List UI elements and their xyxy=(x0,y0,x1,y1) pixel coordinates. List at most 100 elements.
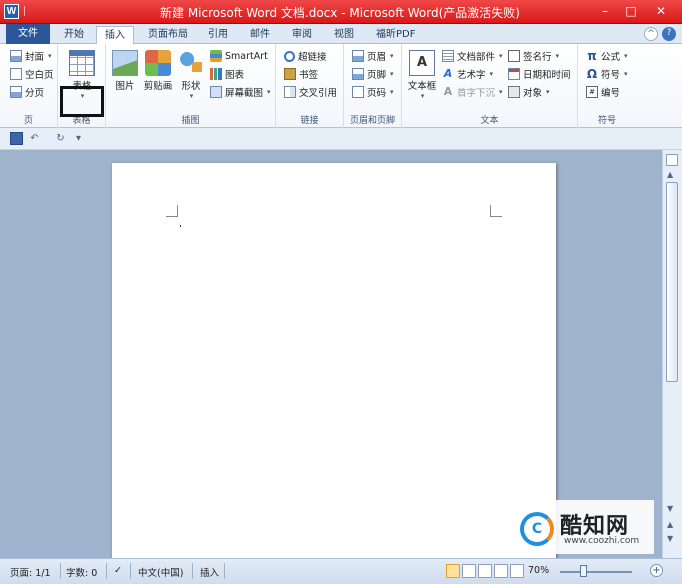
tab-insert[interactable]: 插入 xyxy=(96,26,134,45)
dropdown-arrow-icon: ▾ xyxy=(48,52,52,60)
object-button[interactable]: 对象 ▾ xyxy=(508,84,550,100)
watermark-logo-icon: C xyxy=(520,512,554,546)
document-page[interactable] xyxy=(112,163,556,558)
cross-reference-label: 交叉引用 xyxy=(299,88,338,99)
page-number-button[interactable]: 页码 ▾ xyxy=(352,84,394,100)
drop-cap-button[interactable]: A 首字下沉 ▾ xyxy=(442,84,503,100)
wordart-button[interactable]: A 艺术字 ▾ xyxy=(442,66,493,82)
tab-home[interactable]: 开始 xyxy=(56,26,92,44)
quick-parts-icon xyxy=(442,50,454,62)
numbering-label: 编号 xyxy=(601,88,621,99)
text-cursor xyxy=(180,225,181,227)
help-icon[interactable]: ? xyxy=(662,27,676,41)
group-label-links: 链接 xyxy=(300,116,319,126)
tab-view[interactable]: 视图 xyxy=(326,26,362,44)
equation-label: 公式 xyxy=(601,52,621,63)
dropdown-arrow-icon: ▾ xyxy=(390,88,394,96)
margin-mark-top-right xyxy=(490,205,502,217)
omega-icon: Ω xyxy=(586,67,598,81)
ruler-toggle-icon[interactable] xyxy=(666,154,678,166)
shapes-icon xyxy=(178,50,204,76)
dropdown-arrow-icon: ▾ xyxy=(624,70,628,78)
status-separator xyxy=(60,563,61,579)
watermark-url: www.coozhi.com xyxy=(564,536,640,546)
zoom-in-icon[interactable]: + xyxy=(650,564,663,577)
tab-foxit-pdf[interactable]: 福昕PDF xyxy=(368,26,423,44)
blank-page-button[interactable]: 空白页 xyxy=(10,66,54,82)
status-word-count[interactable]: 字数: 0 xyxy=(66,565,97,579)
cross-reference-icon xyxy=(284,86,296,98)
status-page-count[interactable]: 页面: 1/1 xyxy=(10,565,51,579)
group-illustrations: 图片 剪贴画 形状 ▾ SmartArt 图表 屏幕截图 ▾ 插图 xyxy=(106,44,276,128)
equation-button[interactable]: π 公式 ▾ xyxy=(586,48,627,64)
scroll-thumb[interactable] xyxy=(666,182,678,382)
hyperlink-label: 超链接 xyxy=(298,52,327,63)
picture-button[interactable]: 图片 xyxy=(110,50,140,92)
title-separator xyxy=(24,6,34,16)
clipart-button[interactable]: 剪贴画 xyxy=(142,50,174,92)
status-separator xyxy=(192,563,193,579)
word-logo-icon[interactable]: W xyxy=(4,4,19,19)
bookmark-button[interactable]: 书签 xyxy=(284,66,318,82)
chart-button[interactable]: 图表 xyxy=(210,66,244,82)
textbox-button[interactable]: A 文本框 ▾ xyxy=(406,50,438,100)
draft-view-icon[interactable] xyxy=(510,564,524,578)
tab-review[interactable]: 审阅 xyxy=(284,26,320,44)
full-screen-reading-view-icon[interactable] xyxy=(462,564,476,578)
tab-file[interactable]: 文件 xyxy=(6,24,50,44)
clipart-icon xyxy=(145,50,171,76)
status-language[interactable]: 中文(中国) xyxy=(138,565,183,579)
vertical-scrollbar[interactable]: ▲ ▼ ▲ ▼ xyxy=(662,150,682,558)
chart-label: 图表 xyxy=(225,70,245,81)
dropdown-arrow-icon: ▾ xyxy=(499,88,503,96)
cover-page-button[interactable]: 封面 ▾ xyxy=(10,48,52,64)
bookmark-label: 书签 xyxy=(299,70,319,81)
annotation-highlight-box xyxy=(60,86,104,117)
window-title: 新建 Microsoft Word 文档.docx - Microsoft Wo… xyxy=(160,6,520,20)
screenshot-button[interactable]: 屏幕截图 ▾ xyxy=(210,84,271,100)
minimize-button[interactable]: – xyxy=(592,2,618,20)
tab-references[interactable]: 引用 xyxy=(200,26,236,44)
cross-reference-button[interactable]: 交叉引用 xyxy=(284,84,337,100)
footer-button[interactable]: 页脚 ▾ xyxy=(352,66,394,82)
scroll-down-icon[interactable]: ▼ xyxy=(667,504,673,513)
scroll-up-icon[interactable]: ▲ xyxy=(667,170,673,179)
next-page-icon[interactable]: ▼ xyxy=(667,534,673,543)
web-layout-view-icon[interactable] xyxy=(478,564,492,578)
customize-qat-icon[interactable]: ▾ xyxy=(72,132,85,145)
close-button[interactable]: ✕ xyxy=(644,2,678,20)
screenshot-icon xyxy=(210,86,222,98)
symbol-button[interactable]: Ω 符号 ▾ xyxy=(586,66,628,82)
undo-icon[interactable]: ↶ xyxy=(28,132,41,145)
group-header-footer: 页眉 ▾ 页脚 ▾ 页码 ▾ 页眉和页脚 xyxy=(344,44,402,128)
hyperlink-button[interactable]: 超链接 xyxy=(284,48,327,64)
zoom-slider-thumb[interactable] xyxy=(580,565,587,577)
restore-button[interactable]: □ xyxy=(618,2,644,20)
date-time-button[interactable]: 日期和时间 xyxy=(508,66,571,82)
previous-page-icon[interactable]: ▲ xyxy=(667,520,673,529)
zoom-level[interactable]: 70% xyxy=(528,565,549,576)
header-button[interactable]: 页眉 ▾ xyxy=(352,48,394,64)
numbering-button[interactable]: # 编号 xyxy=(586,84,620,100)
document-area[interactable] xyxy=(0,150,662,558)
signature-line-button[interactable]: 签名行 ▾ xyxy=(508,48,559,64)
tab-page-layout[interactable]: 页面布局 xyxy=(140,26,196,44)
zoom-slider[interactable] xyxy=(560,571,632,573)
proofing-icon[interactable]: ✓ xyxy=(114,565,122,576)
group-links: 超链接 书签 交叉引用 链接 xyxy=(276,44,344,128)
shapes-button[interactable]: 形状 ▾ xyxy=(176,50,206,100)
smartart-button[interactable]: SmartArt xyxy=(210,48,268,64)
signature-line-label: 签名行 xyxy=(523,52,552,63)
collapse-ribbon-icon[interactable]: ^ xyxy=(644,27,658,41)
quick-parts-button[interactable]: 文档部件 ▾ xyxy=(442,48,503,64)
hyperlink-icon xyxy=(284,50,295,62)
outline-view-icon[interactable] xyxy=(494,564,508,578)
status-insert-mode[interactable]: 插入 xyxy=(200,565,219,579)
redo-icon[interactable]: ↻ xyxy=(54,132,67,145)
cover-page-icon xyxy=(10,50,22,62)
save-icon[interactable] xyxy=(10,132,23,145)
print-layout-view-icon[interactable] xyxy=(446,564,460,578)
page-break-button[interactable]: 分页 xyxy=(10,84,44,100)
tab-mailings[interactable]: 邮件 xyxy=(242,26,278,44)
status-bar: 页面: 1/1 字数: 0 ✓ 中文(中国) 插入 70% + xyxy=(0,558,682,584)
